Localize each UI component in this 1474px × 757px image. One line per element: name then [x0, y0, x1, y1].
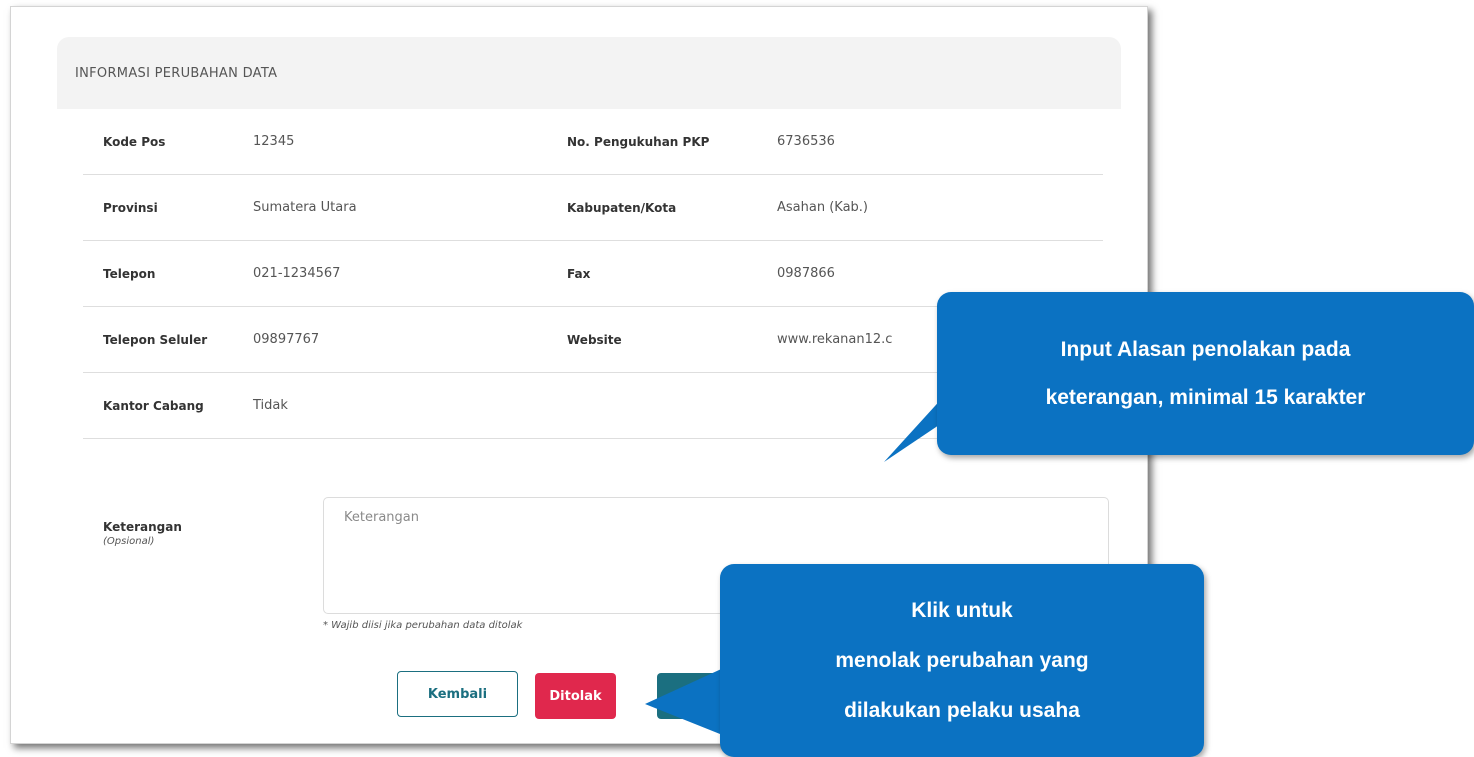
callout-line: keterangan, minimal 15 karakter [1045, 385, 1366, 409]
callout-line: Input Alasan penolakan pada [1060, 337, 1351, 361]
callout-line: menolak perubahan yang [835, 648, 1089, 672]
callout-reject: Klik untuk menolak perubahan yang dilaku… [720, 564, 1204, 757]
callout-input-reason: Input Alasan penolakan pada keterangan, … [937, 292, 1474, 455]
callout-line: dilakukan pelaku usaha [844, 698, 1080, 722]
callout-line: Klik untuk [911, 598, 1013, 622]
